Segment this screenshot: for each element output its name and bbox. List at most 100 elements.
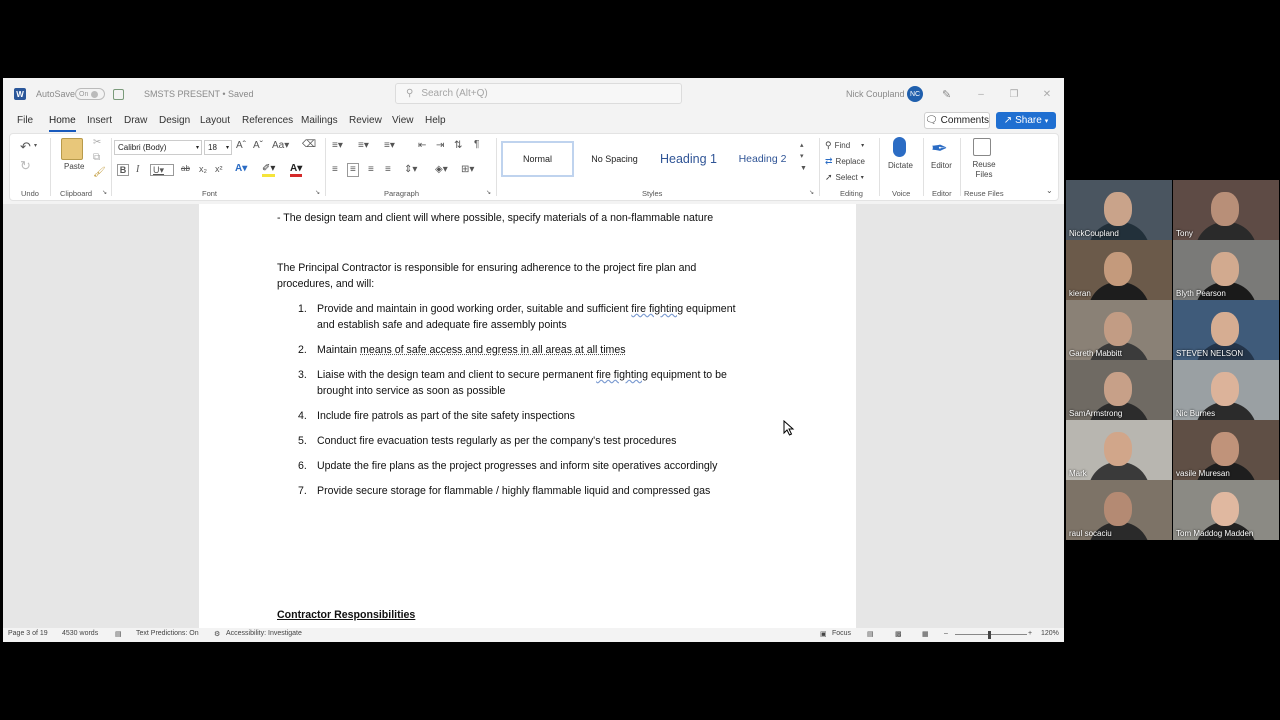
highlight-icon[interactable]: ✐▾ [262, 164, 276, 177]
subscript-icon[interactable]: x₂ [199, 165, 207, 174]
zoom-out-icon[interactable]: – [944, 630, 948, 637]
paste-icon[interactable] [61, 138, 83, 160]
microphone-icon[interactable] [893, 137, 906, 157]
format-painter-icon[interactable]: 🖌 [93, 168, 106, 178]
reuse-files-icon[interactable] [973, 138, 991, 156]
cut-icon[interactable]: ✂ [93, 138, 101, 148]
bullets-icon[interactable]: ≡▾ [332, 141, 343, 151]
minimize-icon[interactable]: – [973, 89, 989, 100]
document-page[interactable]: - The design team and client will where … [199, 204, 856, 628]
page-count[interactable]: Page 3 of 19 [8, 630, 48, 637]
styles-scroll-down-icon[interactable]: ▾ [800, 153, 804, 160]
search-box[interactable]: ⚲ Search (Alt+Q) [395, 83, 682, 104]
select-button[interactable]: ➚ Select ▾ [825, 172, 864, 183]
avatar[interactable]: NC [907, 86, 923, 102]
participant-tile[interactable]: raul socaciu [1066, 480, 1172, 540]
tab-home[interactable]: Home [49, 115, 76, 132]
collapse-ribbon-icon[interactable]: ⌄ [1046, 187, 1053, 195]
tab-references[interactable]: References [242, 115, 293, 126]
style-heading-1[interactable]: Heading 1 [652, 141, 725, 177]
borders-icon[interactable]: ⊞▾ [461, 165, 474, 175]
participant-tile[interactable]: NickCoupland [1066, 180, 1172, 240]
share-button[interactable]: ↗ Share ▾ [996, 112, 1056, 129]
tab-draw[interactable]: Draw [124, 115, 147, 126]
multilevel-list-icon[interactable]: ≡▾ [384, 141, 395, 151]
editor-button-label[interactable]: Editor [931, 161, 952, 170]
participant-tile[interactable]: STEVEN NELSON [1173, 300, 1279, 360]
text-effects-icon[interactable]: A▾ [235, 164, 247, 174]
font-size-select[interactable]: 18 ▾ [204, 140, 232, 155]
participant-tile[interactable]: Tom Maddog Madden [1173, 480, 1279, 540]
read-mode-icon[interactable]: ▤ [867, 630, 874, 638]
tab-file[interactable]: File [17, 115, 33, 126]
accessibility-status[interactable]: Accessibility: Investigate [226, 630, 302, 637]
underline-icon[interactable]: U▾ [150, 164, 174, 176]
dictate-label[interactable]: Dictate [888, 161, 913, 170]
bold-icon[interactable]: B [117, 164, 129, 176]
change-case-icon[interactable]: Aa▾ [272, 141, 289, 151]
strikethrough-icon[interactable]: ab [181, 165, 190, 173]
align-center-icon[interactable]: ≡ [347, 163, 359, 177]
style-heading-2[interactable]: Heading 2 [726, 141, 799, 177]
copy-icon[interactable]: ⧉ [93, 153, 100, 163]
shading-icon[interactable]: ◈▾ [435, 165, 448, 175]
show-marks-icon[interactable]: ¶ [474, 140, 479, 150]
align-right-icon[interactable]: ≡ [368, 165, 374, 175]
participant-tile[interactable]: Mark [1066, 420, 1172, 480]
font-color-icon[interactable]: A▾ [290, 164, 303, 177]
justify-icon[interactable]: ≡ [385, 165, 391, 175]
restore-icon[interactable]: ❐ [1006, 89, 1022, 100]
decrease-indent-icon[interactable]: ⇤ [418, 141, 426, 151]
web-layout-icon[interactable]: ▦ [922, 630, 929, 638]
editor-pen-icon[interactable]: ✒ [931, 136, 948, 161]
tab-help[interactable]: Help [425, 115, 446, 126]
reuse-files-label[interactable]: Reuse Files [971, 160, 997, 180]
print-layout-icon[interactable]: ▩ [895, 630, 902, 638]
undo-icon[interactable]: ↶ [20, 140, 31, 153]
paste-label[interactable]: Paste [64, 162, 84, 171]
undo-dropdown-icon[interactable]: ▾ [34, 143, 37, 149]
user-name[interactable]: Nick Coupland [846, 78, 905, 110]
line-spacing-icon[interactable]: ⇕▾ [404, 165, 417, 175]
participant-tile[interactable]: kieran [1066, 240, 1172, 300]
participant-tile[interactable]: SamArmstrong [1066, 360, 1172, 420]
styles-scroll-up-icon[interactable]: ▴ [800, 142, 804, 149]
tab-view[interactable]: View [392, 115, 414, 126]
autosave-toggle[interactable]: On [75, 88, 105, 100]
redo-icon[interactable]: ↻ [20, 159, 31, 172]
zoom-slider-thumb[interactable] [988, 631, 991, 639]
find-button[interactable]: ⚲ Find ▾ [825, 140, 864, 151]
document-title[interactable]: SMSTS PRESENT • Saved [144, 78, 254, 110]
save-icon[interactable] [113, 88, 124, 100]
participant-tile[interactable]: Nic Burnes [1173, 360, 1279, 420]
shrink-font-icon[interactable]: Aˇ [253, 141, 263, 151]
tab-layout[interactable]: Layout [200, 115, 230, 126]
close-icon[interactable]: ✕ [1039, 89, 1055, 100]
participant-tile[interactable]: vasile Muresan [1173, 420, 1279, 480]
replace-button[interactable]: ⇄ Replace [825, 156, 865, 167]
participant-tile[interactable]: Tony [1173, 180, 1279, 240]
numbering-icon[interactable]: ≡▾ [358, 141, 369, 151]
clear-formatting-icon[interactable]: ⌫ [302, 140, 316, 150]
tab-mailings[interactable]: Mailings [301, 115, 338, 126]
superscript-icon[interactable]: x² [215, 165, 223, 174]
zoom-level[interactable]: 120% [1041, 630, 1059, 637]
zoom-slider[interactable] [955, 634, 1027, 635]
style-no-spacing[interactable]: No Spacing [578, 141, 651, 177]
dialog-launcher-icon[interactable]: ↘ [809, 190, 814, 196]
increase-indent-icon[interactable]: ⇥ [436, 141, 444, 151]
dialog-launcher-icon[interactable]: ↘ [102, 190, 107, 196]
participant-tile[interactable]: Gareth Mabbitt [1066, 300, 1172, 360]
tab-design[interactable]: Design [159, 115, 190, 126]
comments-button[interactable]: 🗨 Comments [924, 112, 990, 129]
tab-review[interactable]: Review [349, 115, 382, 126]
sort-icon[interactable]: ⇅ [454, 141, 462, 151]
participant-tile[interactable]: Blyth Pearson [1173, 240, 1279, 300]
focus-button[interactable]: Focus [832, 630, 851, 637]
italic-icon[interactable]: I [136, 165, 139, 175]
dialog-launcher-icon[interactable]: ↘ [315, 190, 320, 196]
word-count[interactable]: 4530 words [62, 630, 98, 637]
style-normal[interactable]: Normal [501, 141, 574, 177]
pen-icon[interactable]: ✎ [942, 88, 951, 101]
dialog-launcher-icon[interactable]: ↘ [486, 190, 491, 196]
